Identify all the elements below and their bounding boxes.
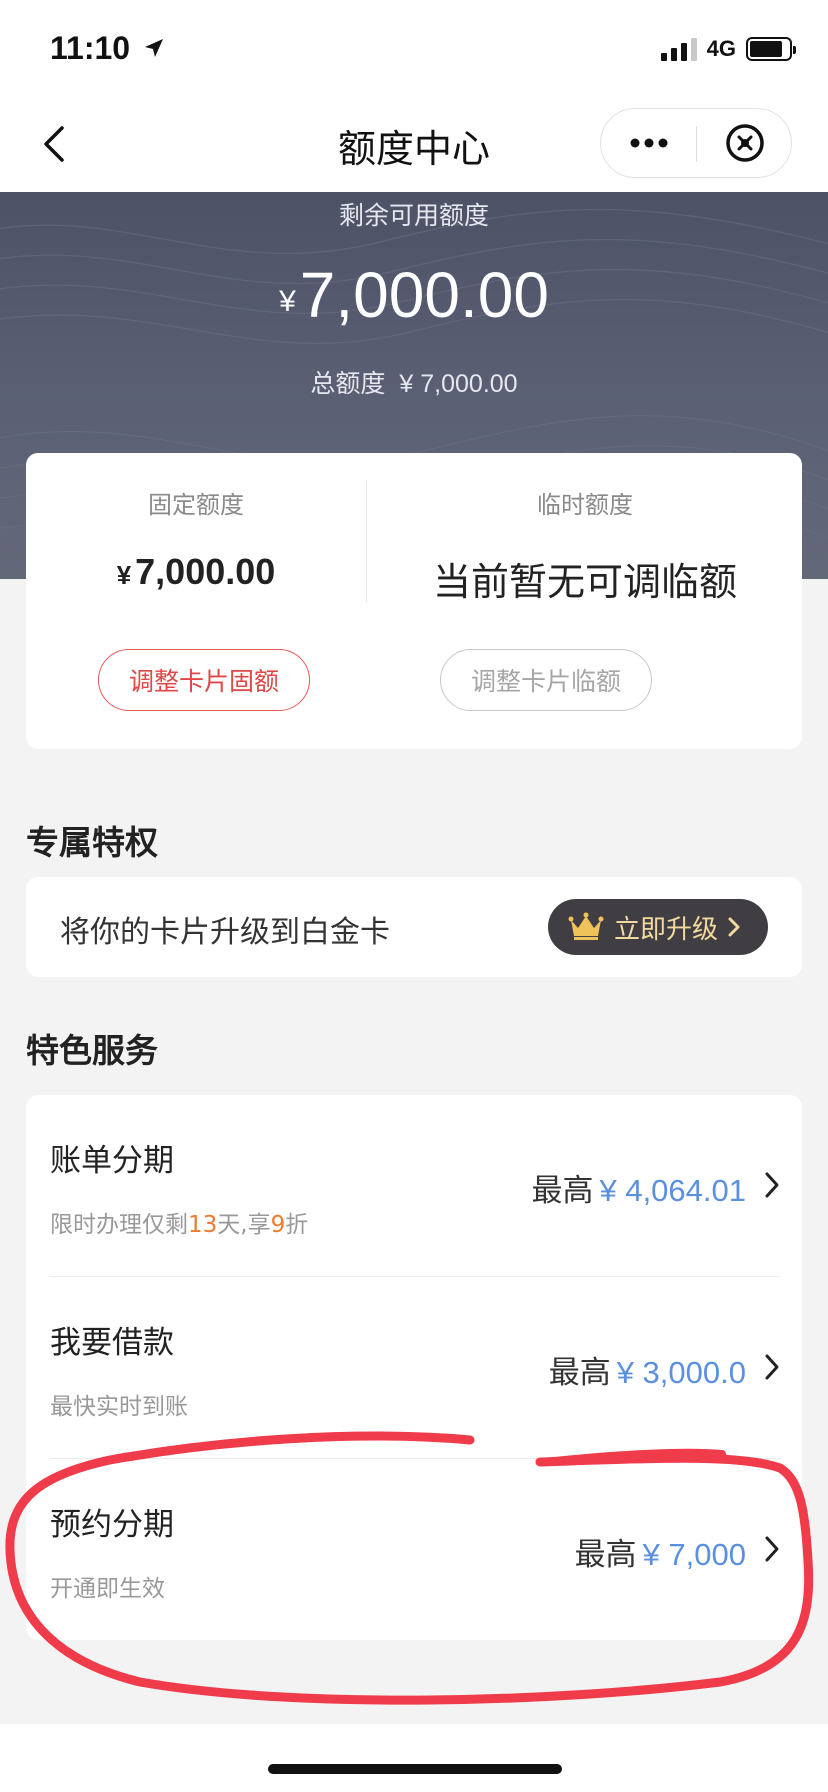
quota-card: 固定额度 ¥7,000.00 调整卡片固额 临时额度 当前暂无可调临额 调整卡片…: [26, 453, 802, 749]
signal-icon: [660, 37, 697, 61]
close-circle-icon: [725, 124, 764, 162]
battery-icon: [746, 37, 796, 61]
temp-quota-value: 当前暂无可调临额: [432, 560, 737, 604]
fixed-quota-section: 固定额度 ¥7,000.00 调整卡片固额: [26, 453, 394, 749]
location-arrow-icon: [136, 35, 165, 65]
status-icons: 4G: [660, 36, 796, 62]
quota-divider: [366, 481, 367, 603]
service-subtitle: 限时办理仅剩13天,享9折: [50, 1205, 308, 1239]
max-prefix: 最高: [548, 1355, 611, 1391]
more-button[interactable]: [601, 109, 696, 177]
discount-highlight: 9: [270, 1212, 286, 1238]
crown-icon: [568, 912, 604, 940]
service-max-amount: 最高 ¥ 3,000.0: [549, 1347, 746, 1392]
adjust-fixed-quota-button[interactable]: 调整卡片固额: [98, 649, 310, 711]
chevron-right-icon: [728, 917, 740, 937]
available-credit-label: 剩余可用额度: [338, 201, 489, 230]
chevron-right-icon: [765, 1172, 779, 1198]
total-credit: 总额度 ¥ 7,000.00: [0, 364, 828, 400]
currency-symbol: ¥: [279, 285, 296, 318]
currency-symbol: ¥: [116, 560, 132, 590]
days-left-highlight: 13: [188, 1212, 218, 1238]
max-prefix: 最高: [531, 1173, 594, 1209]
service-row-bill-installment[interactable]: 账单分期 限时办理仅剩13天,享9折 最高 ¥ 4,064.01: [26, 1095, 802, 1277]
subtitle-text: 天,享: [217, 1212, 271, 1238]
close-button[interactable]: [697, 109, 792, 177]
adjust-temp-quota-button[interactable]: 调整卡片临额: [440, 649, 652, 711]
upgrade-button[interactable]: 立即升级: [548, 899, 768, 955]
temp-quota-label: 临时额度: [537, 491, 633, 519]
red-annotation-circle: [5, 1431, 814, 1705]
chevron-right-icon: [765, 1354, 779, 1380]
max-amount-value: ¥ 4,064.01: [599, 1173, 746, 1208]
time-text: 11:10: [50, 30, 131, 66]
total-credit-value: ¥ 7,000.00: [399, 370, 518, 398]
bottom-safe-area: [0, 1724, 828, 1792]
subtitle-text: 折: [285, 1212, 309, 1238]
privilege-card[interactable]: 将你的卡片升级到白金卡 立即升级: [26, 877, 802, 977]
nav-bar: 额度中心: [0, 96, 828, 192]
available-credit-amount: ¥7,000.00: [0, 258, 828, 332]
service-title: 账单分期: [50, 1143, 174, 1179]
fixed-quota-label: 固定额度: [148, 491, 244, 519]
home-indicator[interactable]: [268, 1764, 562, 1774]
available-amount-value: 7,000.00: [299, 259, 549, 331]
service-subtitle: 最快实时到账: [50, 1394, 188, 1420]
more-dots-icon: [630, 138, 667, 148]
status-bar: 11:10 4G: [0, 0, 828, 96]
services-section-title: 特色服务: [26, 1031, 158, 1070]
total-credit-label: 总额度: [310, 369, 386, 398]
service-title: 我要借款: [50, 1325, 174, 1361]
fixed-quota-amount: 7,000.00: [135, 551, 276, 592]
upgrade-button-label: 立即升级: [614, 914, 719, 945]
status-time: 11:10: [50, 30, 165, 67]
fixed-quota-value: ¥7,000.00: [26, 551, 366, 593]
network-type: 4G: [706, 36, 736, 61]
max-amount-value: ¥ 3,000.0: [616, 1355, 746, 1390]
privilege-text: 将你的卡片升级到白金卡: [60, 915, 390, 950]
service-max-amount: 最高 ¥ 4,064.01: [531, 1165, 746, 1210]
privilege-section-title: 专属特权: [26, 823, 158, 862]
temp-quota-section: 临时额度 当前暂无可调临额 调整卡片临额: [394, 453, 802, 749]
subtitle-text: 限时办理仅剩: [50, 1212, 188, 1238]
mini-program-capsule: [600, 108, 792, 178]
